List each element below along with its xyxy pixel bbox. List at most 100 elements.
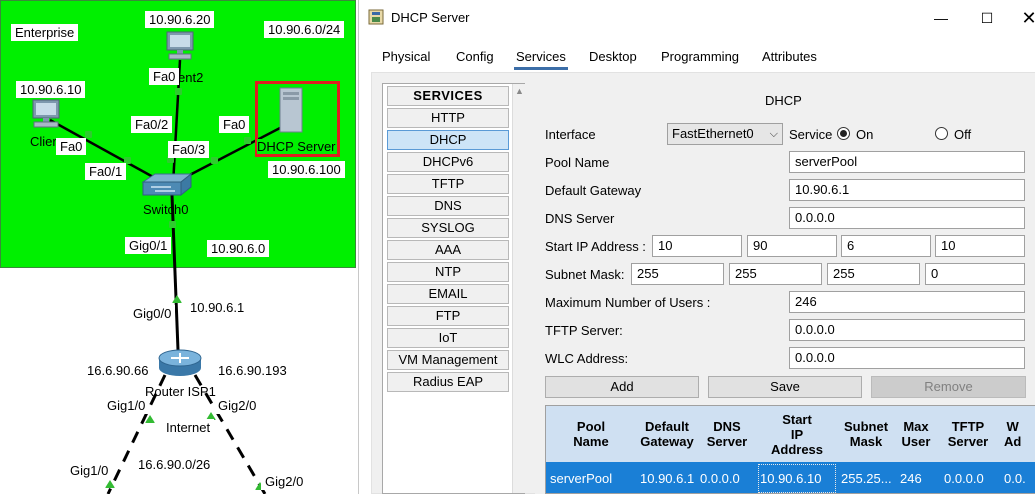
minimize-button[interactable]: —	[919, 4, 963, 32]
link-dot	[244, 137, 251, 144]
tab-services[interactable]: Services	[514, 44, 568, 70]
service-syslog-button[interactable]: SYSLOG	[387, 218, 509, 238]
start-ip-octet-3[interactable]: 6	[841, 235, 931, 257]
default-gateway-input[interactable]: 10.90.6.1	[789, 179, 1025, 201]
tftp-server-label: TFTP Server:	[545, 323, 623, 338]
col-tftp-server[interactable]: TFTP Server	[938, 406, 998, 462]
subnet-mask-octet-2[interactable]: 255	[729, 263, 822, 285]
col-max-user[interactable]: Max User	[894, 406, 938, 462]
dns-server-input[interactable]: 0.0.0.0	[789, 207, 1025, 229]
cell-pool-name[interactable]: serverPool	[550, 462, 636, 493]
service-ftp-button[interactable]: FTP	[387, 306, 509, 326]
service-off-radio[interactable]	[935, 127, 948, 140]
service-ntp-button[interactable]: NTP	[387, 262, 509, 282]
cell-subnet-mask[interactable]: 255.25...	[841, 462, 894, 493]
subnet-mask-octet-3[interactable]: 255	[827, 263, 920, 285]
service-vm-management-button[interactable]: VM Management	[387, 350, 509, 370]
service-radius-eap-button[interactable]: Radius EAP	[387, 372, 509, 392]
interface-label: Interface	[545, 127, 596, 142]
start-ip-label: Start IP Address :	[545, 239, 646, 254]
start-ip-octet-2[interactable]: 90	[747, 235, 837, 257]
server-name-label: DHCP Server	[257, 139, 336, 154]
service-email-button[interactable]: EMAIL	[387, 284, 509, 304]
tab-desktop[interactable]: Desktop	[589, 44, 637, 70]
client1-name-label: Clier	[30, 134, 57, 149]
gig20-lower-label: Gig2/0	[261, 473, 308, 490]
col-pool-name[interactable]: Pool Name	[546, 406, 636, 462]
start-ip-octet-1[interactable]: 10	[652, 235, 742, 257]
window-title: DHCP Server	[391, 10, 470, 25]
server-port-label: Fa0	[219, 116, 250, 133]
cell-tftp-server[interactable]: 0.0.0.0	[944, 462, 998, 493]
service-on-radio[interactable]	[837, 127, 850, 140]
dhcp-config-panel: DHCP Interface FastEthernet0 ⌵ Service O…	[535, 83, 1035, 494]
tab-programming[interactable]: Programming	[661, 44, 739, 70]
router-icon[interactable]	[157, 348, 203, 378]
link-dot	[175, 88, 182, 95]
server-ip-label: 10.90.6.100	[268, 161, 345, 178]
close-button[interactable]: ✕	[1007, 4, 1035, 32]
add-button[interactable]: Add	[545, 376, 699, 398]
save-button[interactable]: Save	[708, 376, 862, 398]
scroll-up-icon[interactable]: ▲	[515, 86, 524, 96]
service-aaa-button[interactable]: AAA	[387, 240, 509, 260]
subnet-mask-octet-1[interactable]: 255	[631, 263, 724, 285]
service-dhcpv6-button[interactable]: DHCPv6	[387, 152, 509, 172]
service-tftp-button[interactable]: TFTP	[387, 174, 509, 194]
col-start-ip[interactable]: Start IP Address	[756, 406, 838, 462]
service-http-button[interactable]: HTTP	[387, 108, 509, 128]
cell-wlc-address[interactable]: 0.0.	[1004, 462, 1035, 493]
enterprise-label: Enterprise	[11, 24, 79, 41]
pool-table-header: Pool Name Default Gateway DNS Server Sta…	[546, 406, 1035, 462]
start-ip-octet-4[interactable]: 10	[935, 235, 1025, 257]
cell-default-gateway[interactable]: 10.90.6.1	[640, 462, 698, 493]
subnet-mask-octet-4[interactable]: 0	[925, 263, 1025, 285]
cell-max-user[interactable]: 246	[900, 462, 938, 493]
network-label: 10.90.6.0/24	[264, 21, 345, 38]
gig01-label: Gig0/1	[125, 237, 172, 254]
service-dhcp-button[interactable]: DHCP	[387, 130, 509, 150]
gig20-label: Gig2/0	[214, 397, 261, 414]
link-indicator	[145, 415, 155, 423]
switch-fa01-label: Fa0/1	[85, 163, 127, 180]
wlc-address-input[interactable]: 0.0.0.0	[789, 347, 1025, 369]
dhcp-title: DHCP	[765, 93, 802, 108]
client2-ip-label: 10.90.6.20	[145, 11, 215, 28]
cell-dns-server[interactable]: 0.0.0.0	[700, 462, 756, 493]
link-indicator	[105, 480, 115, 488]
switch-icon[interactable]	[141, 172, 193, 198]
tab-attributes[interactable]: Attributes	[762, 44, 817, 70]
tab-config[interactable]: Config	[456, 44, 494, 70]
topology-canvas[interactable]: Enterprise 10.90.6.20 10.90.6.0/24 10.90…	[0, 0, 358, 494]
services-header: SERVICES	[387, 86, 509, 106]
interface-select[interactable]: FastEthernet0 ⌵	[667, 123, 783, 145]
max-users-input[interactable]: 246	[789, 291, 1025, 313]
pool-name-input[interactable]: serverPool	[789, 151, 1025, 173]
dns-server-label: DNS Server	[545, 211, 615, 226]
col-subnet-mask[interactable]: Subnet Mask	[838, 406, 894, 462]
interface-value: FastEthernet0	[672, 126, 754, 141]
tftp-server-input[interactable]: 0.0.0.0	[789, 319, 1025, 341]
col-dns-server[interactable]: DNS Server	[698, 406, 756, 462]
switch-name-label: Switch0	[143, 202, 189, 217]
pc-client2-icon[interactable]	[163, 30, 197, 62]
service-dns-button[interactable]: DNS	[387, 196, 509, 216]
gig10-label: Gig1/0	[103, 397, 150, 414]
maximize-button[interactable]: ☐	[965, 4, 1009, 32]
table-row[interactable]: serverPool 10.90.6.1 0.0.0.0 10.90.6.10 …	[546, 462, 1035, 493]
col-wlc-address[interactable]: W Ad	[998, 406, 1035, 462]
pool-table: Pool Name Default Gateway DNS Server Sta…	[545, 405, 1035, 494]
max-users-label: Maximum Number of Users :	[545, 295, 711, 310]
service-iot-button[interactable]: IoT	[387, 328, 509, 348]
title-bar[interactable]: DHCP Server — ☐ ✕	[359, 0, 1035, 36]
pc-client1-icon[interactable]	[28, 98, 64, 132]
cell-start-ip[interactable]: 10.90.6.10	[756, 462, 838, 493]
default-gateway-label: Default Gateway	[545, 183, 642, 198]
remove-button[interactable]: Remove	[871, 376, 1026, 398]
services-scrollbar[interactable]: ▲	[512, 84, 525, 493]
router-right-ip-label: 16.6.90.193	[214, 362, 291, 379]
link-dot	[85, 131, 92, 138]
col-default-gateway[interactable]: Default Gateway	[636, 406, 698, 462]
link-dot	[211, 157, 218, 164]
tab-physical[interactable]: Physical	[382, 44, 430, 70]
